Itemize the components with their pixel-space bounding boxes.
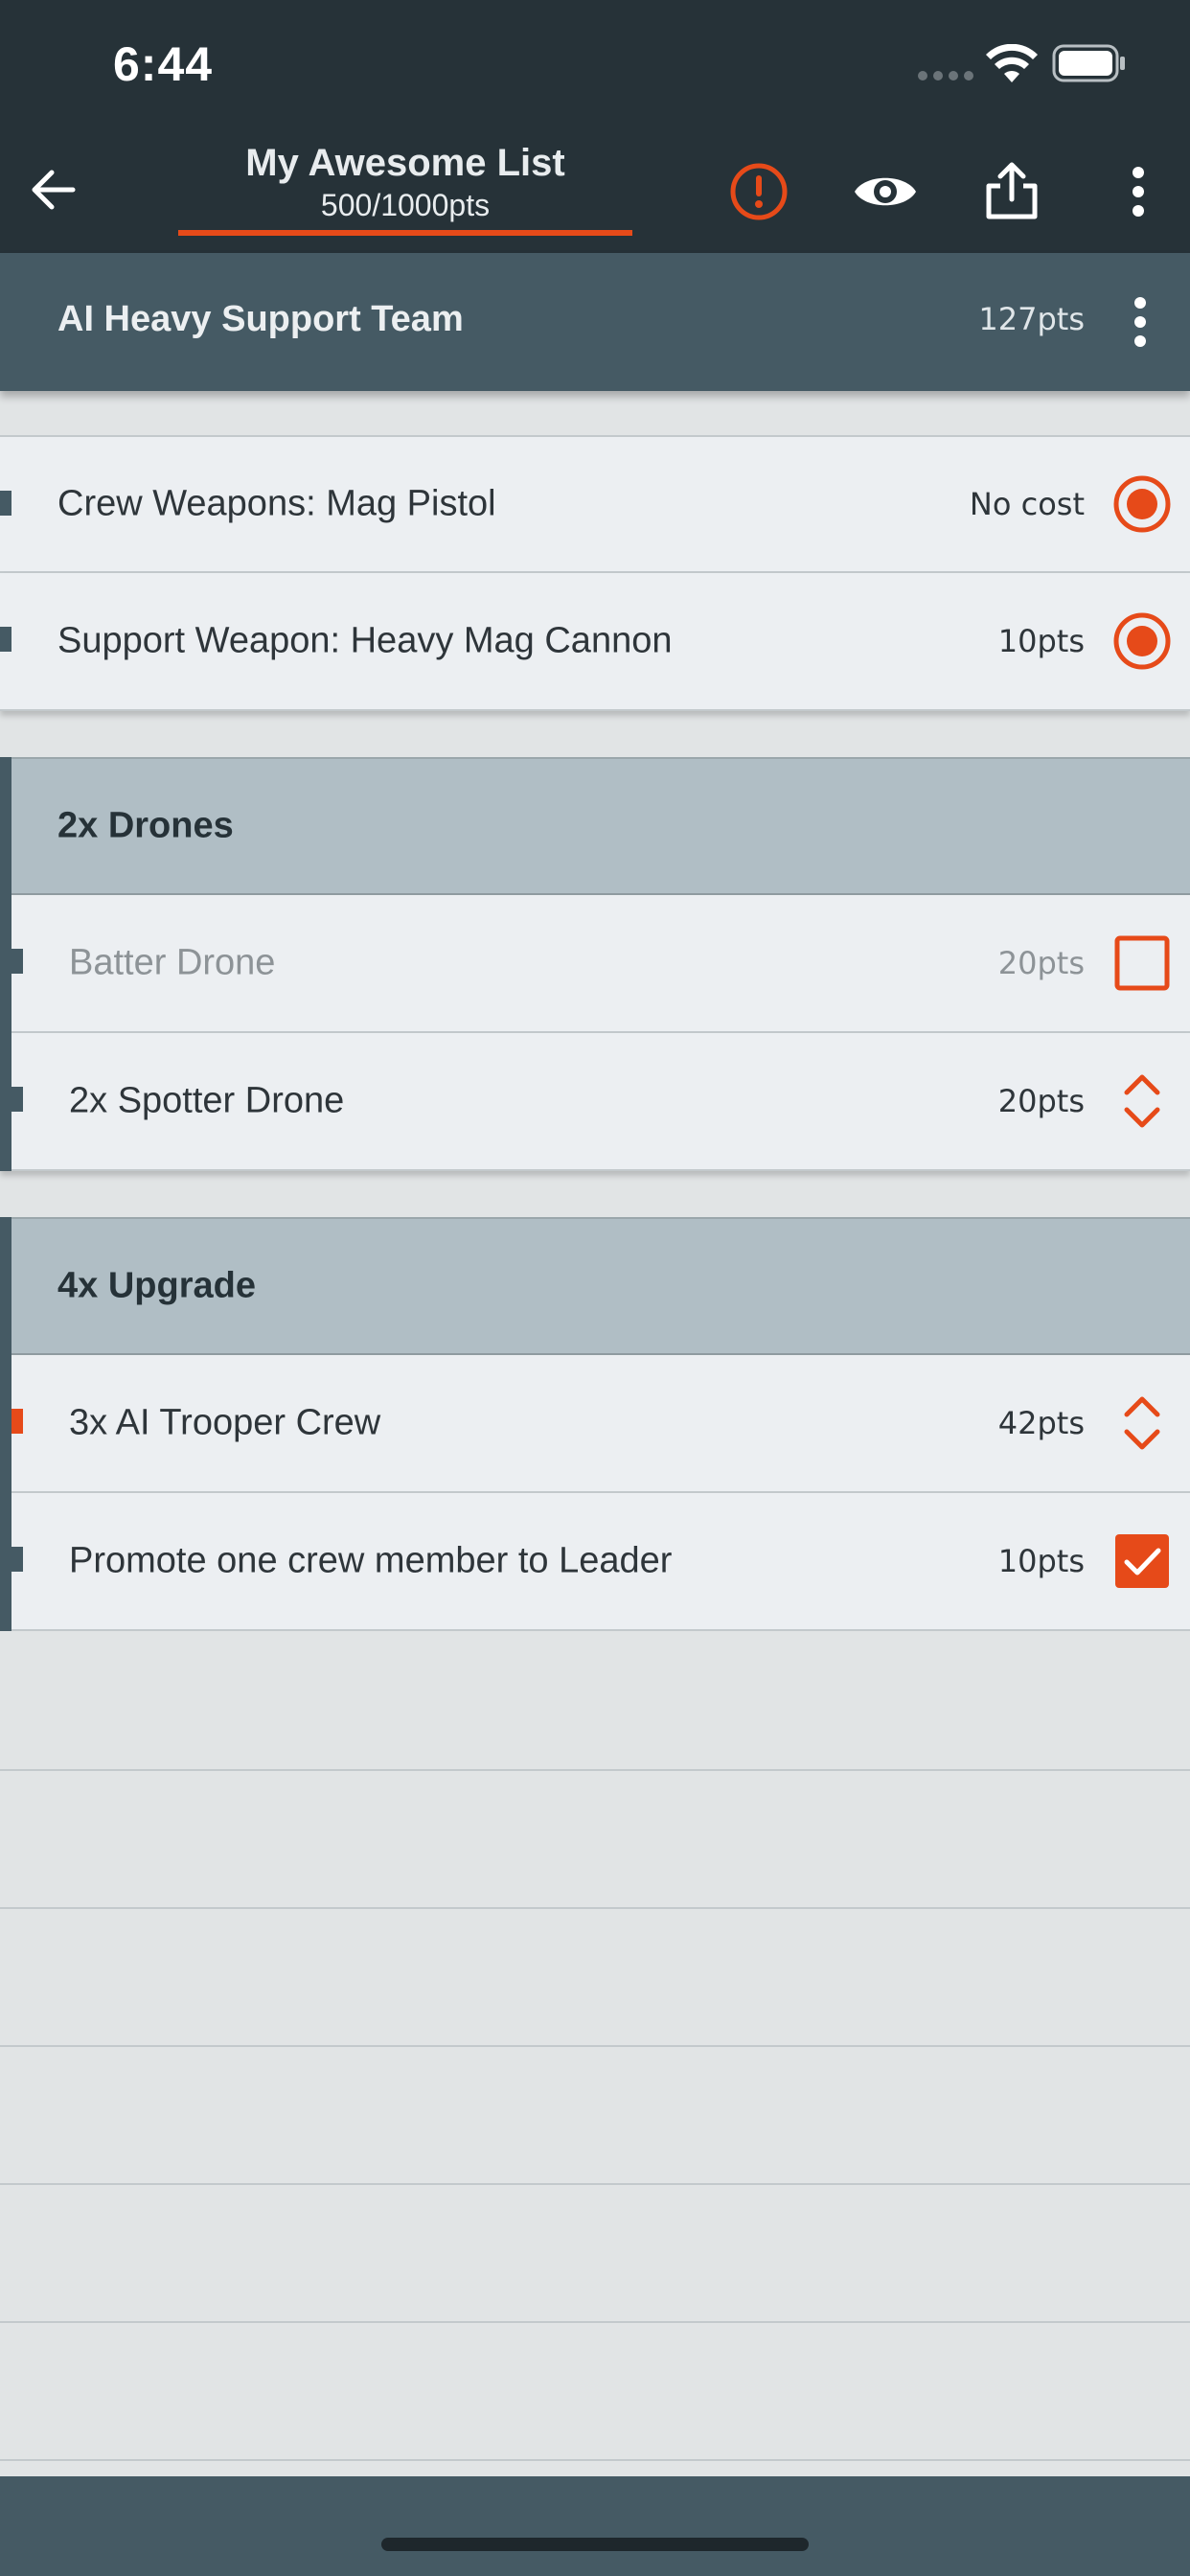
option-label: Crew Weapons: Mag Pistol: [57, 483, 496, 524]
option-price: 10pts: [997, 1543, 1085, 1579]
eye-icon: [855, 177, 916, 206]
radio-selected-icon: [1113, 612, 1171, 670]
app-bar: My Awesome List 500/1000pts: [0, 126, 1190, 253]
empty-row-divider: [0, 1907, 1190, 1909]
home-indicator[interactable]: [381, 2538, 809, 2551]
option-price: 20pts: [997, 945, 1085, 981]
back-arrow-icon: [32, 170, 76, 210]
validation-warning-button[interactable]: [721, 153, 797, 230]
option-price: No cost: [969, 486, 1085, 522]
upgrade-option-row[interactable]: Promote one crew member to Leader 10pts: [0, 1493, 1190, 1631]
list-title: My Awesome List: [245, 142, 565, 184]
share-button[interactable]: [973, 153, 1050, 230]
stepper-chevrons-icon: [1124, 1396, 1160, 1450]
alert-circle-icon: [730, 163, 788, 220]
option-price: 10pts: [997, 623, 1085, 659]
bottom-bar: [0, 2476, 1190, 2576]
checkbox-unchecked-icon: [1114, 935, 1170, 991]
option-checkbox[interactable]: [1111, 1530, 1173, 1592]
points-progress-underline: [178, 230, 632, 236]
group-title: 4x Upgrade: [57, 1265, 256, 1306]
option-radio[interactable]: [1111, 473, 1173, 535]
unit-header: AI Heavy Support Team 127pts: [0, 253, 1190, 391]
empty-row-divider: [0, 2183, 1190, 2185]
more-vertical-icon: [1134, 297, 1146, 347]
cellular-signal-icon: [918, 71, 973, 80]
preview-button[interactable]: [847, 153, 924, 230]
option-label: Support Weapon: Heavy Mag Cannon: [57, 620, 673, 661]
option-label: Batter Drone: [69, 942, 276, 983]
more-options-button[interactable]: [1100, 153, 1177, 230]
weapon-option-row[interactable]: Support Weapon: Heavy Mag Cannon 10pts: [0, 573, 1190, 711]
row-marker: [11, 1547, 23, 1572]
group-header-upgrade: 4x Upgrade: [0, 1217, 1190, 1355]
wifi-icon: [986, 44, 1038, 82]
group-header-drones: 2x Drones: [0, 757, 1190, 895]
weapon-option-row[interactable]: Crew Weapons: Mag Pistol No cost: [0, 435, 1190, 573]
empty-row-divider: [0, 2045, 1190, 2047]
empty-row-divider: [0, 2321, 1190, 2323]
battery-icon: [1052, 44, 1125, 82]
drone-option-row[interactable]: Batter Drone 20pts: [0, 895, 1190, 1033]
status-bar: 6:44: [0, 0, 1190, 126]
list-title-block[interactable]: My Awesome List 500/1000pts: [178, 140, 632, 236]
empty-row-divider: [0, 2459, 1190, 2461]
checkbox-checked-icon: [1115, 1534, 1169, 1588]
more-vertical-icon: [1133, 167, 1144, 217]
option-checkbox[interactable]: [1111, 932, 1173, 994]
row-marker: [11, 949, 23, 974]
row-marker: [0, 627, 11, 652]
option-label: 2x Spotter Drone: [69, 1080, 345, 1121]
unit-points: 127pts: [978, 301, 1085, 337]
group-title: 2x Drones: [57, 805, 234, 846]
option-label: 3x AI Trooper Crew: [69, 1402, 381, 1443]
row-marker: [0, 491, 11, 516]
back-button[interactable]: [19, 155, 88, 224]
option-label: Promote one crew member to Leader: [69, 1540, 673, 1581]
option-price: 42pts: [997, 1405, 1085, 1441]
list-points: 500/1000pts: [320, 188, 491, 222]
group-indicator-bar: [0, 757, 11, 1171]
option-price: 20pts: [997, 1083, 1085, 1119]
stepper-chevrons-icon: [1124, 1074, 1160, 1128]
drone-option-row[interactable]: 2x Spotter Drone 20pts: [0, 1033, 1190, 1171]
unit-options-button[interactable]: [1111, 286, 1169, 358]
row-warning-marker: [11, 1409, 23, 1434]
unit-name: AI Heavy Support Team: [57, 299, 464, 339]
status-time: 6:44: [113, 37, 214, 91]
row-marker: [11, 1087, 23, 1112]
quantity-stepper[interactable]: [1111, 1392, 1173, 1454]
quantity-stepper[interactable]: [1111, 1070, 1173, 1132]
radio-selected-icon: [1113, 475, 1171, 533]
share-icon: [986, 162, 1038, 219]
group-indicator-bar: [0, 1217, 11, 1631]
empty-row-divider: [0, 1769, 1190, 1771]
upgrade-option-row[interactable]: 3x AI Trooper Crew 42pts: [0, 1355, 1190, 1493]
option-radio[interactable]: [1111, 610, 1173, 672]
